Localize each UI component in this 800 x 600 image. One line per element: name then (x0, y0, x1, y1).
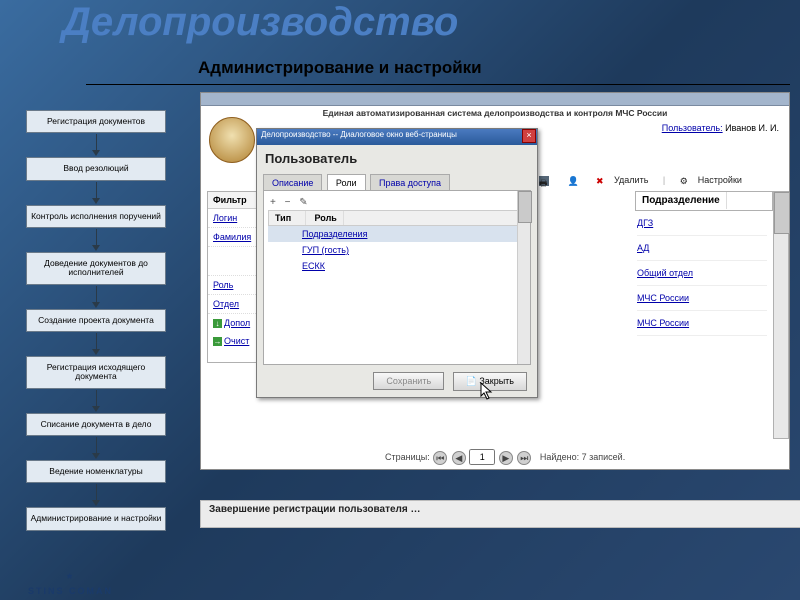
role-row[interactable]: ЕСКК (268, 258, 526, 274)
user-info: Пользователь: Иванов И. И. (662, 123, 779, 133)
dialog-header: Пользователь (257, 145, 537, 172)
inner-scrollbar[interactable] (517, 191, 530, 364)
divider (86, 84, 790, 85)
sidebar-item-admin[interactable]: Администрирование и настройки (26, 507, 166, 530)
settings-button[interactable]: ⚙Настройки (676, 175, 746, 185)
pager-first-icon[interactable]: ⏮ (433, 451, 447, 465)
sidebar-item-resolutions[interactable]: Ввод резолюций (26, 157, 166, 180)
pager-input[interactable] (469, 449, 495, 465)
save-button[interactable]: Сохранить (373, 372, 444, 390)
vertical-scrollbar[interactable] (773, 191, 789, 439)
col-type[interactable]: Тип (269, 211, 306, 225)
dept-cell[interactable]: Общий отдел (637, 261, 767, 286)
tab-permissions[interactable]: Права доступа (370, 174, 450, 191)
sidebar-item-nomenclature[interactable]: Ведение номенклатуры (26, 460, 166, 483)
window-title-bar (201, 93, 789, 106)
pager-count: Найдено: 7 записей. (540, 452, 625, 462)
dialog-buttons: Сохранить 📄 Закрыть (257, 365, 537, 397)
tab-roles[interactable]: Роли (327, 174, 366, 191)
dept-column: ДГЗ АД Общий отдел МЧС России МЧС России (637, 211, 767, 336)
delete-button[interactable]: ✖Удалить (592, 175, 652, 185)
pager: Страницы: ⏮ ◀ ▶ ⏭ Найдено: 7 записей. (385, 449, 625, 465)
toolbar: 🖶 👤 ✖Удалить | ⚙Настройки (531, 175, 750, 186)
dept-cell[interactable]: АД (637, 236, 767, 261)
sidebar-item-register-out[interactable]: Регистрация исходящего документа (26, 356, 166, 389)
role-row[interactable]: Подразделения (268, 226, 526, 242)
dept-cell[interactable]: ДГЗ (637, 211, 767, 236)
status-bar: Завершение регистрации пользователя … (200, 500, 800, 528)
sidebar-item-register-docs[interactable]: Регистрация документов (26, 110, 166, 133)
pager-next-icon[interactable]: ▶ (499, 451, 513, 465)
sidebar-item-deliver[interactable]: Доведение документов до исполнителей (26, 252, 166, 285)
col-role[interactable]: Роль (309, 211, 344, 225)
toolbar-user-icon[interactable]: 👤 (564, 175, 582, 185)
brand-logo: STINS COMAN (28, 570, 113, 596)
column-header-dept[interactable]: Подразделение (635, 191, 773, 211)
sidebar-item-archive[interactable]: Списание документа в дело (26, 413, 166, 436)
add-role-icon[interactable]: + (270, 197, 276, 208)
grid-toolbar: + − ✎ (268, 195, 526, 210)
role-grid-header: Тип Роль (268, 210, 526, 226)
sidebar-item-create-draft[interactable]: Создание проекта документа (26, 309, 166, 332)
main-title: Делопроизводство (62, 0, 458, 45)
tab-content: + − ✎ Тип Роль Подразделения ГУП (гость)… (263, 190, 531, 365)
edit-role-icon[interactable]: ✎ (299, 197, 307, 208)
sub-title: Администрирование и настройки (198, 58, 482, 78)
pager-last-icon[interactable]: ⏭ (517, 451, 531, 465)
remove-role-icon[interactable]: − (285, 197, 291, 208)
pager-label: Страницы: (385, 452, 430, 462)
user-label[interactable]: Пользователь: (662, 123, 723, 133)
emblem-icon (209, 117, 255, 163)
sidebar: Регистрация документов Ввод резолюций Ко… (26, 110, 166, 555)
tab-description[interactable]: Описание (263, 174, 322, 191)
dialog-title-bar[interactable]: Делопроизводство -- Диалоговое окно веб-… (257, 129, 537, 145)
dept-cell[interactable]: МЧС России (637, 311, 767, 336)
app-header: Единая автоматизированная система делопр… (201, 106, 789, 120)
user-dialog: Делопроизводство -- Диалоговое окно веб-… (256, 128, 538, 398)
role-row[interactable]: ГУП (гость) (268, 242, 526, 258)
close-button[interactable]: 📄 Закрыть (453, 372, 527, 391)
user-name: Иванов И. И. (725, 123, 779, 133)
pager-prev-icon[interactable]: ◀ (452, 451, 466, 465)
dept-cell[interactable]: МЧС России (637, 286, 767, 311)
dialog-tabs: Описание Роли Права доступа (257, 172, 537, 190)
close-icon[interactable]: × (522, 129, 536, 143)
sidebar-item-control[interactable]: Контроль исполнения поручений (26, 205, 166, 228)
